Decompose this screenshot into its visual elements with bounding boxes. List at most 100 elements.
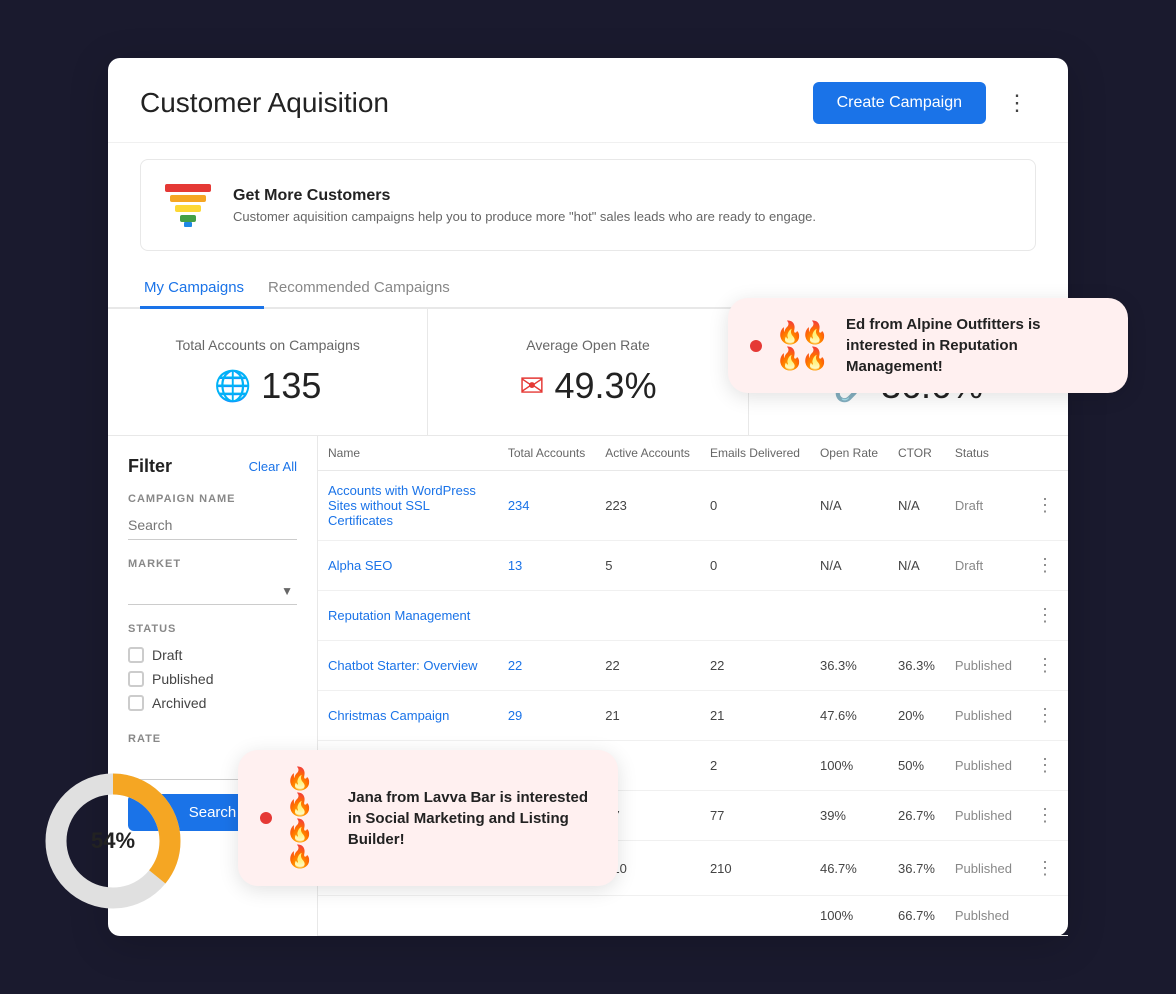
campaign-name-input[interactable] [128,511,297,540]
cell-active-accounts: 21 [595,691,700,741]
rate-label: RATE [128,733,297,745]
cell-ctor: N/A [888,471,945,541]
cell-name: Alpha SEO [318,541,498,591]
cell-emails-delivered: 22 [700,641,810,691]
cell-row-actions: ⋮ [1022,741,1068,791]
col-name: Name [318,436,498,471]
table-row: Accounts with WordPress Sites without SS… [318,471,1068,541]
cell-open-rate: N/A [810,541,888,591]
cell-row-actions: ⋮ [1022,591,1068,641]
table-row: Reputation Management ⋮ [318,591,1068,641]
cell-active-accounts: 5 [595,541,700,591]
cell-open-rate: 47.6% [810,691,888,741]
cell-row-actions: ⋮ [1022,641,1068,691]
status-item-archived[interactable]: Archived [128,691,297,715]
cell-name: Reputation Management [318,591,498,641]
cell-total-accounts: 13 [498,541,595,591]
row-menu-button[interactable]: ⋮ [1032,553,1058,578]
table-row: Alpha SEO 13 5 0 N/A N/A Draft ⋮ [318,541,1068,591]
banner-text: Get More Customers Customer aquisition c… [233,187,816,224]
cell-row-actions: ⋮ [1022,471,1068,541]
cell-row-actions: ⋮ [1022,541,1068,591]
tab-recommended-campaigns[interactable]: Recommended Campaigns [264,267,470,309]
fire-emojis-alpine: 🔥🔥🔥🔥 [776,320,832,372]
cell-total-accounts: 234 [498,471,595,541]
header-actions: Create Campaign ⋮ [813,82,1036,124]
campaign-link[interactable]: Alpha SEO [328,558,392,573]
row-menu-button[interactable]: ⋮ [1032,803,1058,828]
cell-status: Publshed [945,896,1022,936]
status-item-published[interactable]: Published [128,667,297,691]
banner-description: Customer aquisition campaigns help you t… [233,209,816,224]
row-menu-button[interactable]: ⋮ [1032,653,1058,678]
cell-ctor: 20% [888,691,945,741]
status-list: Draft Published Archived [128,643,297,715]
cell-emails-delivered [700,591,810,641]
cell-emails-delivered: 21 [700,691,810,741]
email-icon: ✉ [519,369,544,404]
draft-label: Draft [152,647,182,663]
cell-total-accounts [498,896,595,936]
row-menu-button[interactable]: ⋮ [1032,603,1058,628]
stat-total-accounts: Total Accounts on Campaigns 🌐 135 [108,309,428,435]
status-item-draft[interactable]: Draft [128,643,297,667]
cell-open-rate: 46.7% [810,841,888,896]
campaign-link[interactable]: Reputation Management [328,608,470,623]
campaign-link[interactable]: Accounts with WordPress Sites without SS… [328,483,476,528]
cell-name: Chatbot Starter: Overview [318,641,498,691]
cell-emails-delivered: 0 [700,541,810,591]
table-header-row: Name Total Accounts Active Accounts Emai… [318,436,1068,471]
clear-all-button[interactable]: Clear All [249,459,297,474]
cell-status: Draft [945,471,1022,541]
table-row: Chatbot Starter: Overview 22 22 22 36.3%… [318,641,1068,691]
table-row: Christmas Campaign 29 21 21 47.6% 20% Pu… [318,691,1068,741]
published-label: Published [152,671,214,687]
banner-title: Get More Customers [233,187,816,205]
row-menu-button[interactable]: ⋮ [1032,753,1058,778]
archived-checkbox[interactable] [128,695,144,711]
fire-dot-alpine [750,340,762,352]
tab-my-campaigns[interactable]: My Campaigns [140,267,264,309]
stat-open-label: Average Open Rate [460,337,715,353]
market-dropdown[interactable] [128,576,297,605]
cell-emails-delivered: 210 [700,841,810,896]
cell-ctor [888,591,945,641]
cell-ctor: 36.3% [888,641,945,691]
fire-emojis-lavva: 🔥🔥🔥🔥 [286,766,334,870]
row-menu-button[interactable]: ⋮ [1032,856,1058,881]
published-checkbox[interactable] [128,671,144,687]
cell-open-rate: 100% [810,741,888,791]
more-options-button[interactable]: ⋮ [998,86,1036,120]
col-open-rate: Open Rate [810,436,888,471]
stat-total-value: 🌐 135 [140,365,395,407]
stat-open-rate: Average Open Rate ✉ 49.3% [428,309,748,435]
tooltip-lavva: 🔥🔥🔥🔥 Jana from Lavva Bar is interested i… [238,750,618,886]
create-campaign-button[interactable]: Create Campaign [813,82,986,124]
col-active-accounts: Active Accounts [595,436,700,471]
cell-status: Published [945,691,1022,741]
cell-row-actions: ⋮ [1022,791,1068,841]
stat-open-value: ✉ 49.3% [460,365,715,407]
market-dropdown-wrapper: ▼ [128,576,297,609]
tooltip-lavva-text: Jana from Lavva Bar is interested in Soc… [348,787,596,850]
row-menu-button[interactable]: ⋮ [1032,493,1058,518]
col-ctor: CTOR [888,436,945,471]
cell-open-rate: N/A [810,471,888,541]
tooltip-alpine: 🔥🔥🔥🔥 Ed from Alpine Outfitters is intere… [728,298,1128,393]
col-total-accounts: Total Accounts [498,436,595,471]
cell-ctor: 66.7% [888,896,945,936]
cell-row-actions [1022,896,1068,936]
cell-status: Published [945,641,1022,691]
cell-name [318,896,498,936]
campaign-link[interactable]: Christmas Campaign [328,708,449,723]
cell-active-accounts: 22 [595,641,700,691]
page-title: Customer Aquisition [140,87,389,119]
draft-checkbox[interactable] [128,647,144,663]
row-menu-button[interactable]: ⋮ [1032,703,1058,728]
market-label: MARKET [128,558,297,570]
cell-name: Accounts with WordPress Sites without SS… [318,471,498,541]
campaign-link[interactable]: Chatbot Starter: Overview [328,658,478,673]
cell-status: Published [945,791,1022,841]
campaign-name-label: CAMPAIGN NAME [128,493,297,505]
cell-row-actions: ⋮ [1022,691,1068,741]
